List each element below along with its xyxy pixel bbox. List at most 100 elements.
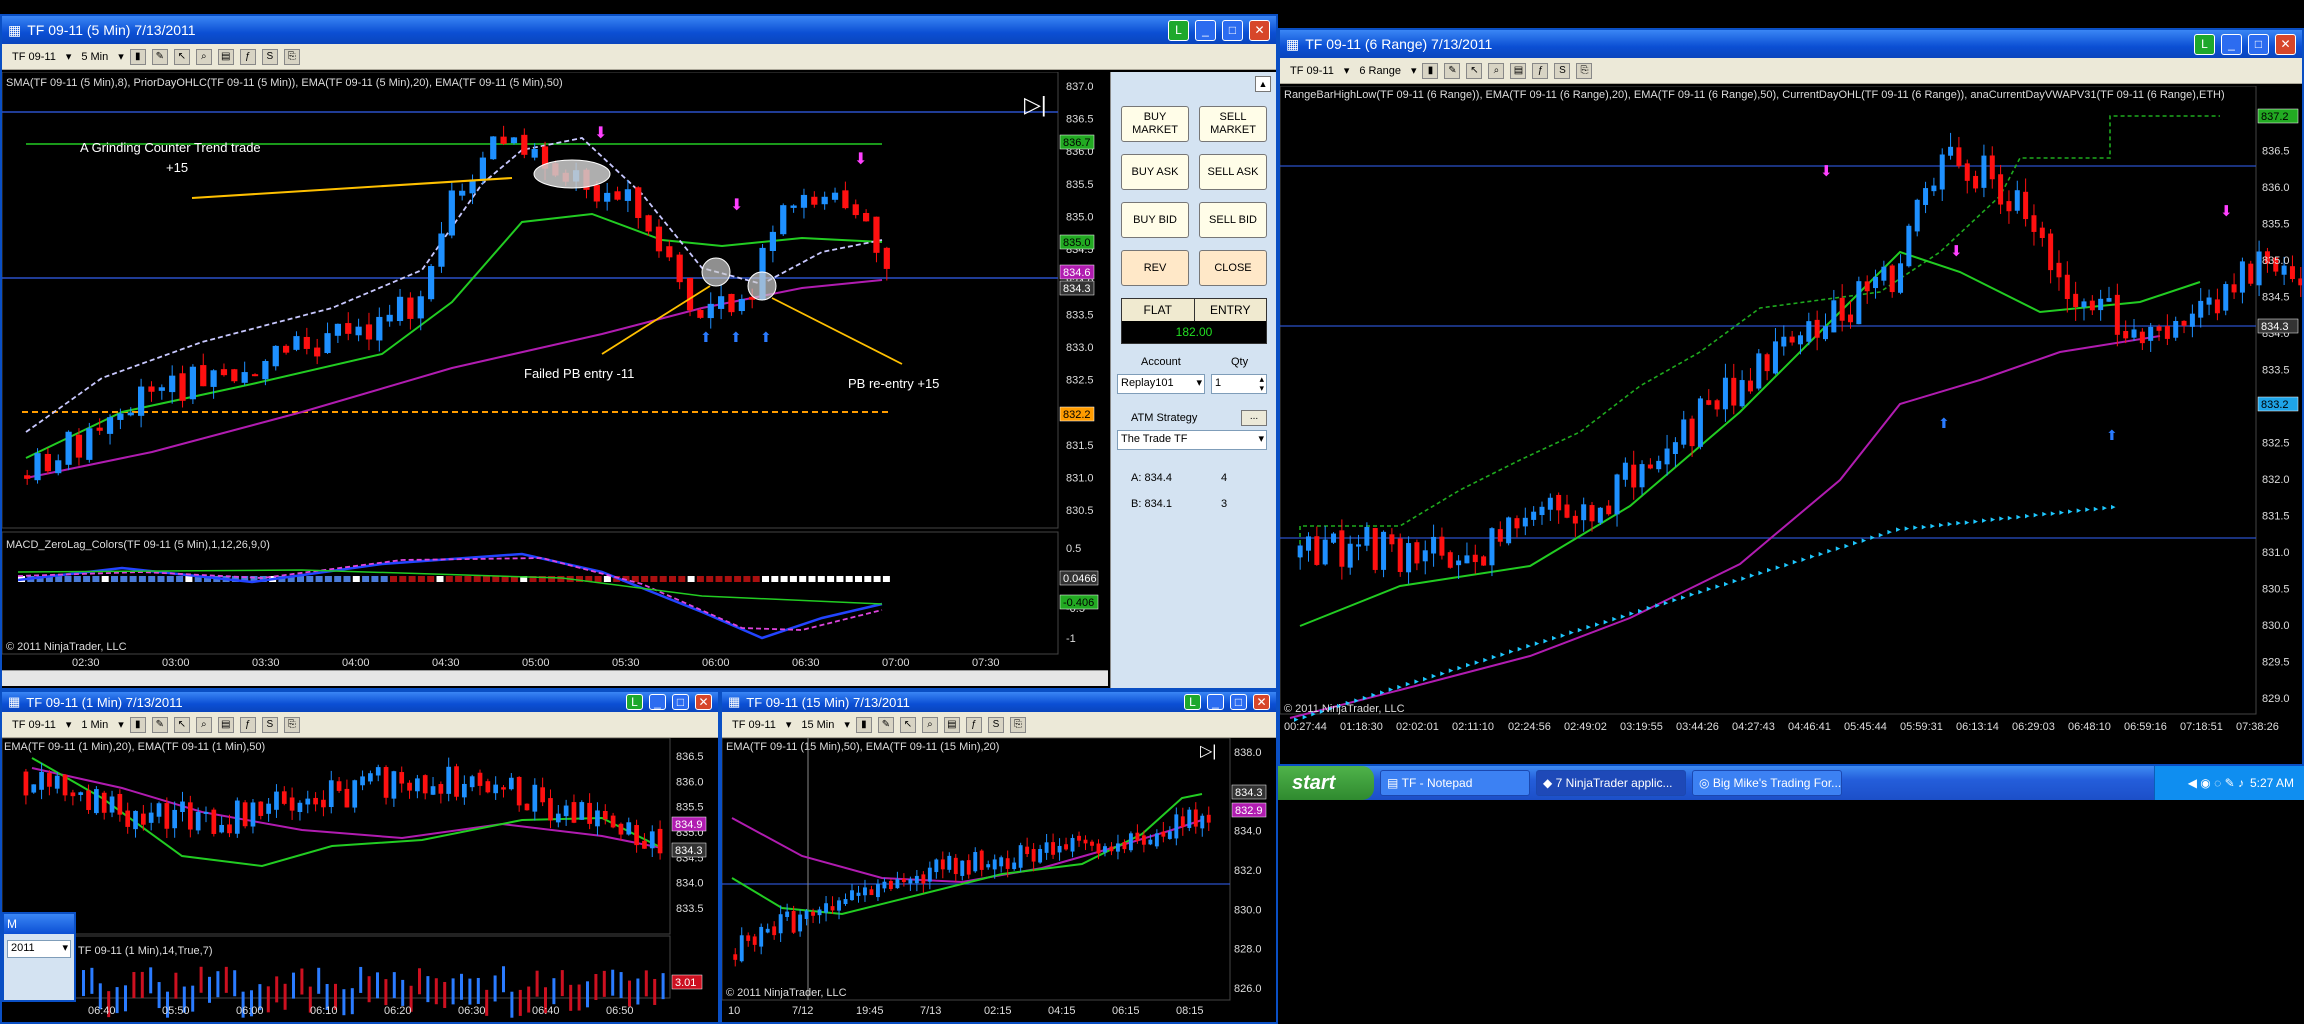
close-button[interactable]: ✕	[2275, 33, 2296, 55]
link-button[interactable]: L	[626, 694, 643, 710]
close-position-button[interactable]: CLOSE	[1199, 250, 1267, 286]
partial-dialog-select[interactable]: 2011 ▾	[7, 940, 71, 958]
pencil-icon[interactable]: ✎	[1444, 62, 1461, 79]
instrument-select[interactable]: TF 09-11	[8, 718, 60, 732]
buy-bid-button[interactable]: BUY BID	[1121, 202, 1189, 238]
pointer-icon[interactable]: ↖	[1466, 62, 1483, 79]
chevron-down-icon[interactable]: ▾	[786, 718, 792, 731]
close-button[interactable]: ✕	[1249, 19, 1270, 41]
qty-stepper[interactable]: 1 ▴ ▾	[1211, 374, 1267, 394]
task-ninjatrader[interactable]: ◆ 7 NinjaTrader applic...	[1536, 770, 1686, 796]
minimize-button[interactable]: _	[2221, 33, 2242, 55]
macd-histogram-bar	[557, 576, 565, 582]
chevron-down-icon[interactable]: ▾	[1411, 64, 1417, 77]
atm-options-button[interactable]: ...	[1241, 410, 1267, 426]
bars-icon[interactable]: ▮	[855, 716, 872, 733]
titlebar-1min[interactable]: ▦ TF 09-11 (1 Min) 7/13/2011 L _ □ ✕	[2, 692, 718, 712]
horizontal-scrollbar[interactable]	[2, 670, 1108, 686]
bars-icon[interactable]: ▮	[129, 716, 146, 733]
instrument-select[interactable]: TF 09-11	[1286, 64, 1338, 78]
price-chart-5min[interactable]: SMA(TF 09-11 (5 Min),8), PriorDayOHLC(TF…	[2, 72, 1106, 670]
close-button[interactable]: ✕	[1253, 694, 1270, 710]
strategies-icon[interactable]: S	[1554, 62, 1571, 79]
maximize-button[interactable]: □	[672, 694, 689, 710]
indicators-icon[interactable]: ƒ	[1532, 62, 1549, 79]
chevron-down-icon[interactable]: ▾	[66, 50, 72, 63]
minimize-button[interactable]: _	[1195, 19, 1216, 41]
bars-icon[interactable]: ▮	[1422, 62, 1439, 79]
task-notepad[interactable]: ▤ TF - Notepad	[1380, 770, 1530, 796]
buy-market-button[interactable]: BUY MARKET	[1121, 106, 1189, 142]
pencil-icon[interactable]: ✎	[877, 716, 894, 733]
chevron-down-icon[interactable]: ▾	[118, 718, 124, 731]
chevron-down-icon[interactable]: ▾	[1344, 64, 1350, 77]
sell-bid-button[interactable]: SELL BID	[1199, 202, 1267, 238]
tray-icons[interactable]: ◀ ◉ ◌ ✎ ♪	[2188, 776, 2244, 790]
period-select[interactable]: 1 Min	[77, 718, 112, 732]
chevron-down-icon[interactable]: ▾	[1196, 376, 1202, 389]
atm-select[interactable]: The Trade TF ▾	[1117, 430, 1267, 450]
magnify-icon[interactable]: ⌕	[195, 48, 212, 65]
link-button[interactable]: L	[1168, 19, 1189, 41]
pencil-icon[interactable]: ✎	[151, 716, 168, 733]
titlebar-5min[interactable]: ▦ TF 09-11 (5 Min) 7/13/2011 L _ □ ✕	[2, 16, 1276, 44]
titlebar-15min[interactable]: ▦ TF 09-11 (15 Min) 7/13/2011 L _ □ ✕	[722, 692, 1276, 712]
link-button[interactable]: L	[1184, 694, 1201, 710]
panel-scroll-up[interactable]: ▲	[1255, 76, 1271, 92]
price-chart-range[interactable]: RangeBarHighLow(TF 09-11 (6 Range)), EMA…	[1280, 86, 2302, 736]
link-button[interactable]: L	[2194, 33, 2215, 55]
macd-histogram-bar	[836, 576, 844, 582]
minimize-button[interactable]: _	[649, 694, 666, 710]
indicators-icon[interactable]: ƒ	[239, 48, 256, 65]
magnify-icon[interactable]: ⌕	[1488, 62, 1505, 79]
copy-icon[interactable]: ⎘	[1009, 716, 1026, 733]
task-browser[interactable]: ◎ Big Mike's Trading For...	[1692, 770, 1842, 796]
pencil-icon[interactable]: ✎	[151, 48, 168, 65]
maximize-button[interactable]: □	[2248, 33, 2269, 55]
indicators-icon[interactable]: ƒ	[239, 716, 256, 733]
properties-icon[interactable]: ▤	[943, 716, 960, 733]
copy-icon[interactable]: ⎘	[283, 48, 300, 65]
chevron-down-icon[interactable]: ▾	[118, 50, 124, 63]
account-select[interactable]: Replay101 ▾	[1117, 374, 1205, 394]
strategies-icon[interactable]: S	[261, 48, 278, 65]
reverse-button[interactable]: REV	[1121, 250, 1189, 286]
sell-ask-button[interactable]: SELL ASK	[1199, 154, 1267, 190]
magnify-icon[interactable]: ⌕	[921, 716, 938, 733]
pointer-icon[interactable]: ↖	[173, 48, 190, 65]
sell-market-button[interactable]: SELL MARKET	[1199, 106, 1267, 142]
close-button[interactable]: ✕	[695, 694, 712, 710]
copy-icon[interactable]: ⎘	[283, 716, 300, 733]
chevron-down-icon[interactable]: ▾	[1258, 432, 1264, 445]
indicators-icon[interactable]: ƒ	[965, 716, 982, 733]
buy-ask-button[interactable]: BUY ASK	[1121, 154, 1189, 190]
pointer-icon[interactable]: ↖	[899, 716, 916, 733]
properties-icon[interactable]: ▤	[217, 716, 234, 733]
titlebar-range[interactable]: ▦ TF 09-11 (6 Range) 7/13/2011 L _ □ ✕	[1280, 30, 2302, 58]
strategies-icon[interactable]: S	[987, 716, 1004, 733]
start-button[interactable]: start	[1278, 766, 1374, 800]
period-select[interactable]: 6 Range	[1355, 64, 1405, 78]
volume-bar	[367, 976, 371, 1003]
chevron-down-icon[interactable]: ▾	[62, 941, 68, 954]
magnify-icon[interactable]: ⌕	[195, 716, 212, 733]
strategies-icon[interactable]: S	[261, 716, 278, 733]
instrument-select[interactable]: TF 09-11	[728, 718, 780, 732]
properties-icon[interactable]: ▤	[217, 48, 234, 65]
minimize-button[interactable]: _	[1207, 694, 1224, 710]
chevron-down-icon[interactable]: ▾	[844, 718, 850, 731]
period-select[interactable]: 15 Min	[797, 718, 838, 732]
properties-icon[interactable]: ▤	[1510, 62, 1527, 79]
price-chart-1min[interactable]: EMA(TF 09-11 (1 Min),20), EMA(TF 09-11 (…	[2, 738, 718, 1022]
partial-dialog[interactable]: M 2011 ▾	[2, 912, 76, 1002]
chevron-down-icon[interactable]: ▾	[66, 718, 72, 731]
pointer-icon[interactable]: ↖	[173, 716, 190, 733]
instrument-select[interactable]: TF 09-11	[8, 50, 60, 64]
period-select[interactable]: 5 Min	[77, 50, 112, 64]
bars-icon[interactable]: ▮	[129, 48, 146, 65]
maximize-button[interactable]: □	[1230, 694, 1247, 710]
price-chart-15min[interactable]: EMA(TF 09-11 (15 Min),50), EMA(TF 09-11 …	[722, 738, 1276, 1022]
copy-icon[interactable]: ⎘	[1576, 62, 1593, 79]
spin-icon[interactable]: ▴ ▾	[1259, 375, 1264, 393]
maximize-button[interactable]: □	[1222, 19, 1243, 41]
